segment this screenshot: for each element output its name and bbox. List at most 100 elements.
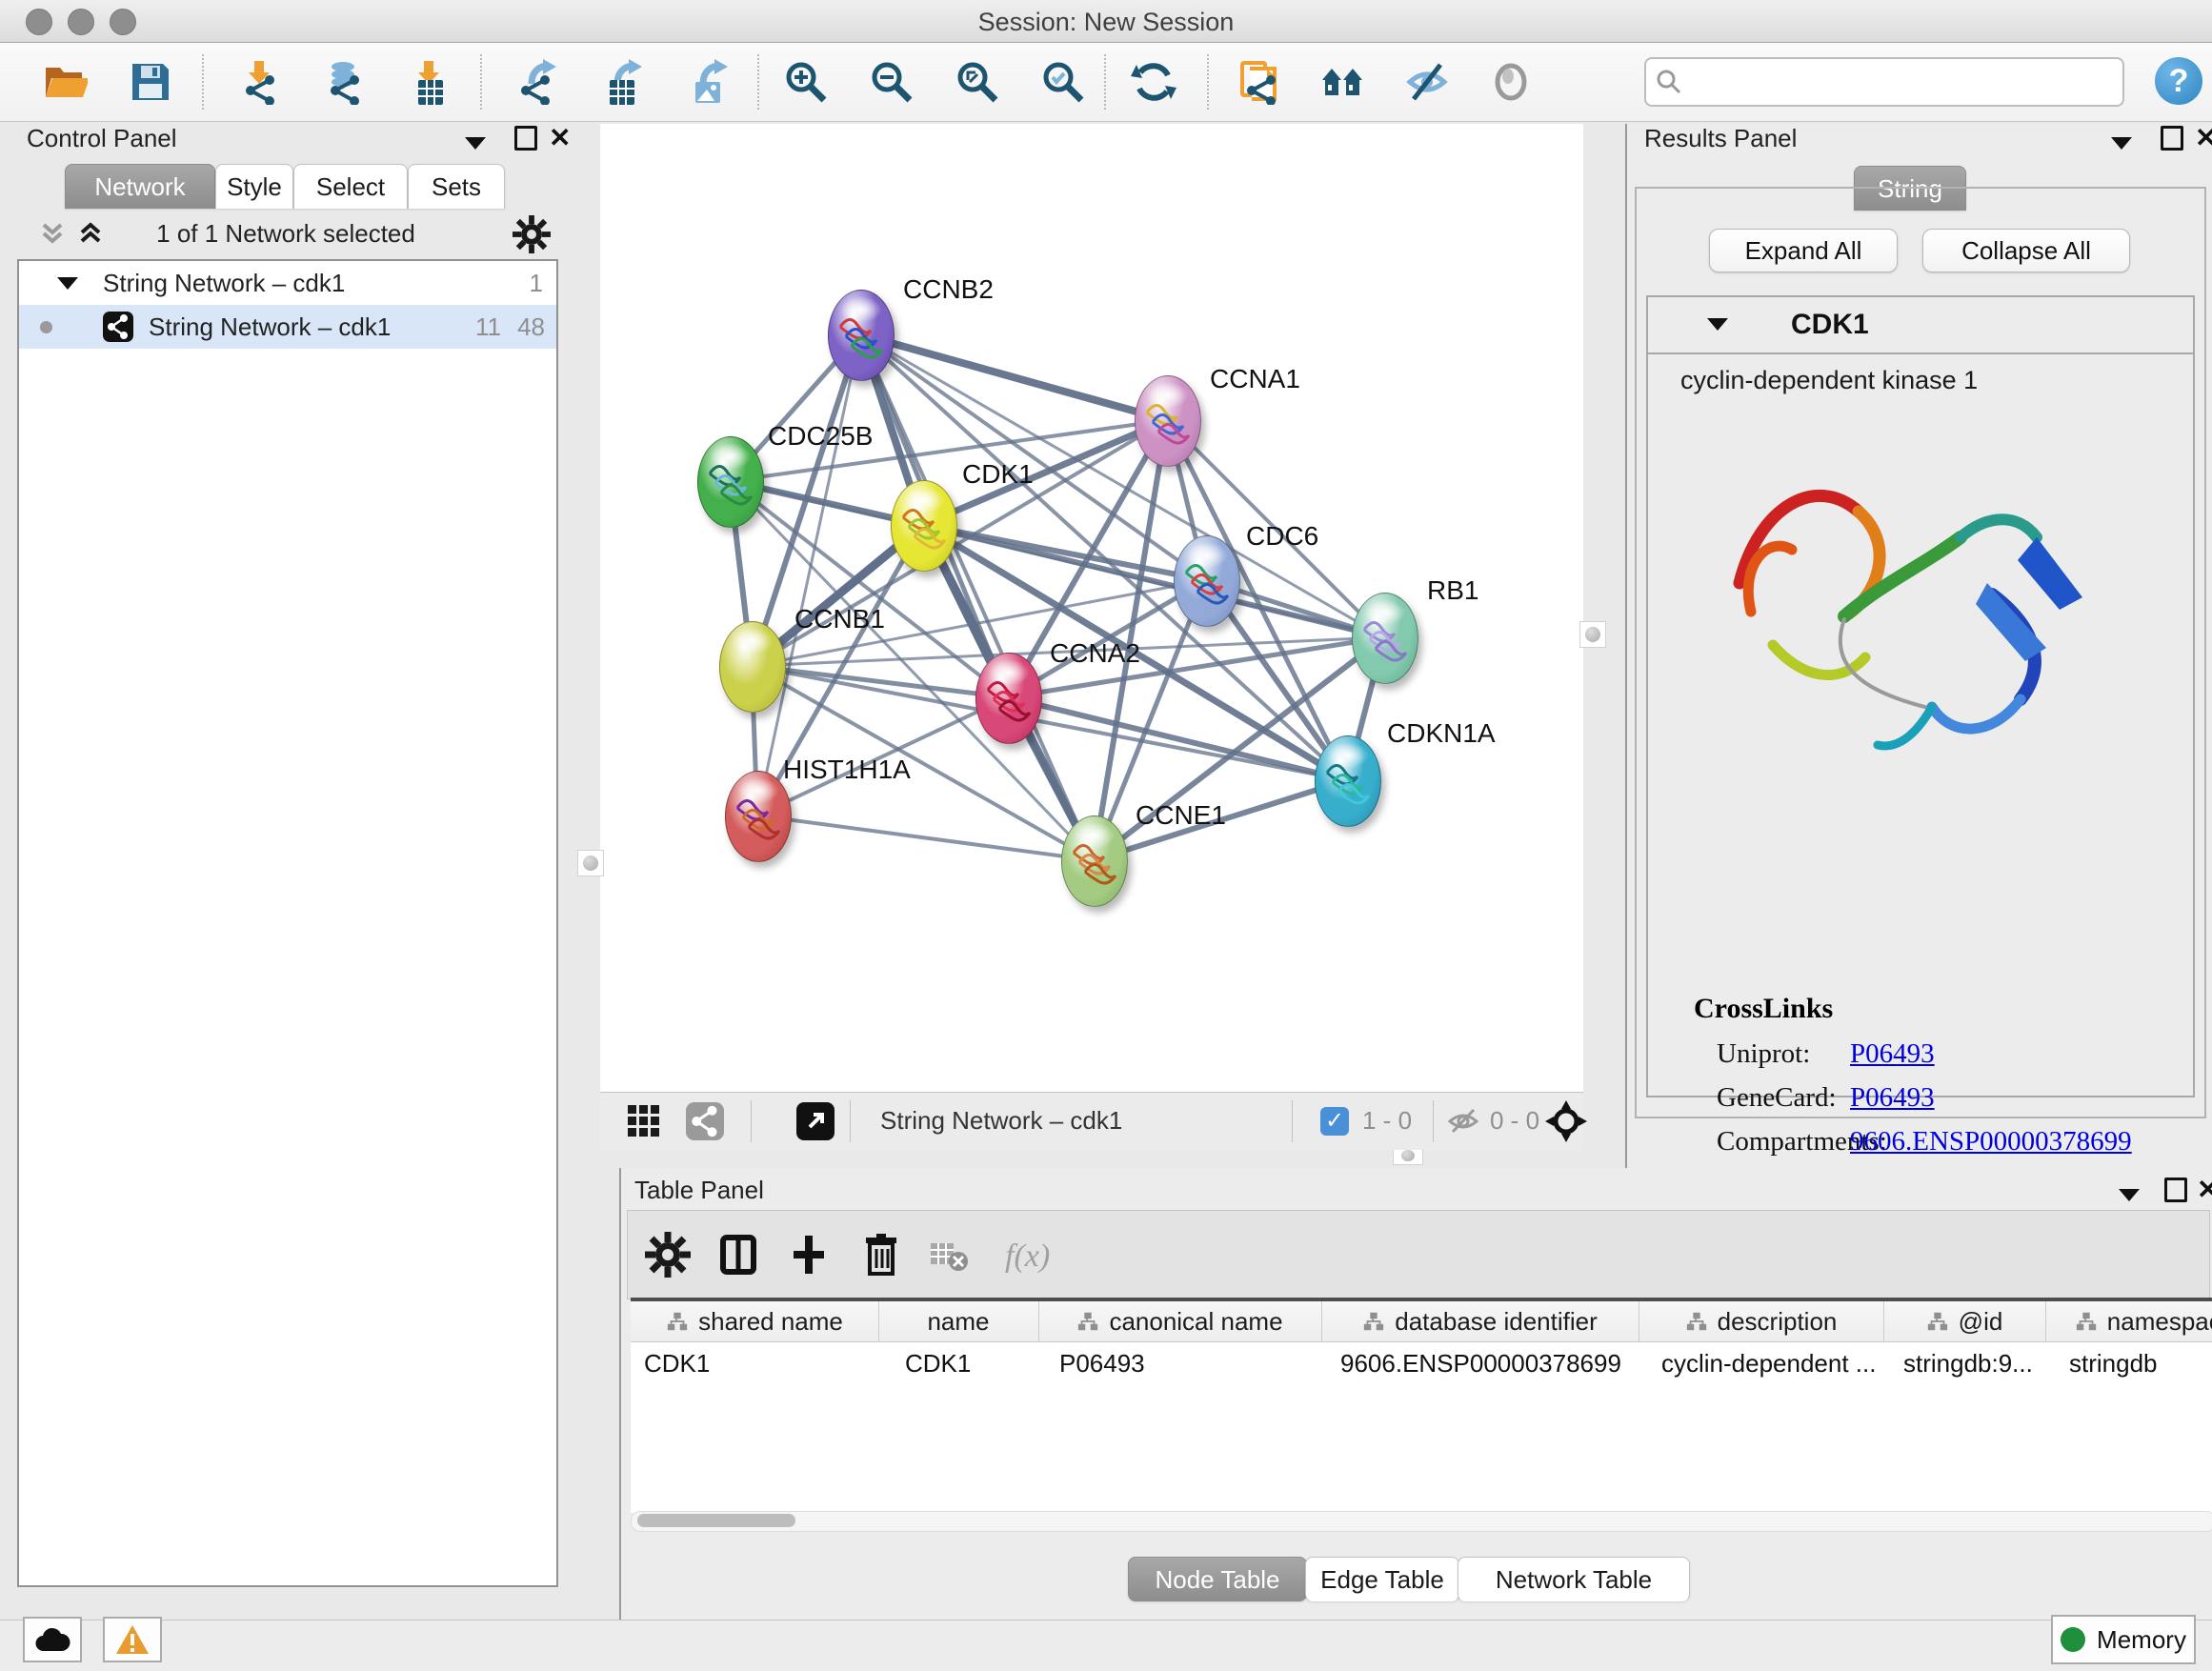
warning-status-button[interactable] <box>103 1617 162 1662</box>
network-view-toolbar: String Network – cdk1 ✓ 1 - 0 0 - 0 <box>600 1092 1583 1150</box>
open-session-icon[interactable] <box>42 59 88 105</box>
column-header-description[interactable]: description <box>1639 1301 1884 1341</box>
zoom-in-icon[interactable] <box>783 59 829 105</box>
open-in-browser-icon[interactable] <box>796 1102 835 1145</box>
refresh-icon[interactable] <box>1131 59 1176 105</box>
network-node-ccnb1[interactable] <box>719 621 786 713</box>
column-header--id[interactable]: @id <box>1883 1301 2046 1341</box>
gear-icon[interactable] <box>645 1232 691 1278</box>
hide-glasspane-icon[interactable] <box>1404 59 1450 105</box>
string-network-badge-icon[interactable] <box>686 1102 724 1145</box>
table-toolbar: f(x) <box>627 1210 2210 1299</box>
crosslinks-heading: CrossLinks <box>1694 993 2193 1025</box>
help-icon[interactable]: ? <box>2155 57 2202 105</box>
control-panel-close-icon[interactable]: ✕ <box>549 122 571 153</box>
export-table-icon[interactable] <box>596 59 642 105</box>
cell-namespace[interactable]: stringdb <box>2045 1342 2212 1384</box>
cell-name[interactable]: CDK1 <box>878 1342 1065 1384</box>
table-panel-float-icon[interactable] <box>2164 1178 2187 1209</box>
cloud-status-button[interactable] <box>23 1617 82 1662</box>
network-node-hist1h1a[interactable] <box>725 771 792 862</box>
node-label-cdkn1a: CDKN1A <box>1387 718 1496 749</box>
column-header-name[interactable]: name <box>878 1301 1039 1341</box>
zoom-fit-icon[interactable] <box>955 59 1000 105</box>
inspector-eye-icon[interactable] <box>1488 59 1534 105</box>
add-column-icon[interactable] <box>786 1232 832 1278</box>
function-builder-icon[interactable]: f(x) <box>999 1232 1072 1278</box>
control-panel-float-icon[interactable] <box>514 126 537 157</box>
control-panel-title: Control Panel <box>27 124 177 153</box>
import-table-file-icon[interactable] <box>405 59 451 105</box>
left-splitter-grip[interactable] <box>577 850 604 876</box>
birds-eye-view-icon[interactable] <box>627 1104 661 1143</box>
expand-all-button[interactable]: Expand All <box>1709 229 1898 272</box>
cdk1-section-header[interactable]: CDK1 <box>1648 297 2193 354</box>
crosslink-link[interactable]: 9606.ENSP00000378699 <box>1850 1126 2132 1158</box>
network-node-ccne1[interactable] <box>1061 815 1128 907</box>
string-app-icon <box>103 312 133 355</box>
table-row[interactable]: CDK1CDK1P064939606.ENSP00000378699cyclin… <box>631 1342 2212 1384</box>
delete-table-icon[interactable] <box>927 1232 973 1278</box>
cell-description[interactable]: cyclin-dependent ... <box>1639 1342 1906 1384</box>
tab-network-table[interactable]: Network Table <box>1458 1557 1690 1601</box>
share-session-file-icon[interactable] <box>1237 59 1282 105</box>
tab-edge-table[interactable]: Edge Table <box>1305 1557 1459 1601</box>
crosslink-link[interactable]: P06493 <box>1850 1038 1935 1070</box>
selected-count-checkbox[interactable]: ✓ <box>1320 1107 1349 1136</box>
table-panel-collapse-icon[interactable] <box>2119 1181 2140 1208</box>
tab-node-table[interactable]: Node Table <box>1128 1557 1307 1601</box>
network-node-rb1[interactable] <box>1352 593 1418 684</box>
cell-database-identifier[interactable]: 9606.ENSP00000378699 <box>1321 1342 1658 1384</box>
crosslink-link[interactable]: P06493 <box>1850 1082 1935 1114</box>
collapse-all-button[interactable]: Collapse All <box>1922 229 2130 272</box>
tab-style[interactable]: Style <box>215 164 293 209</box>
column-header-database-identifier[interactable]: database identifier <box>1321 1301 1639 1341</box>
columns-icon[interactable] <box>715 1232 761 1278</box>
memory-button[interactable]: Memory <box>2051 1615 2196 1664</box>
save-session-icon[interactable] <box>128 59 173 105</box>
network-view-canvas[interactable]: CCNB2CCNA1CDC25BCDK1CDC6RB1CCNB1CCNA2CDK… <box>600 124 1583 1092</box>
network-node-ccnb2[interactable] <box>828 290 895 381</box>
column-header-canonical-name[interactable]: canonical name <box>1038 1301 1322 1341</box>
collection-expander-icon[interactable] <box>57 277 78 290</box>
fit-content-crosshair-icon[interactable] <box>1545 1100 1587 1147</box>
network-node-ccna1[interactable] <box>1135 375 1201 467</box>
network-node-cdc6[interactable] <box>1174 535 1240 627</box>
results-panel-collapse-icon[interactable] <box>2111 130 2132 156</box>
delete-column-icon[interactable] <box>858 1232 904 1278</box>
import-network-database-icon[interactable] <box>320 59 366 105</box>
table-panel-close-icon[interactable]: ✕ <box>2197 1174 2212 1205</box>
cell-shared-name[interactable]: CDK1 <box>631 1342 892 1384</box>
cell-canonical-name[interactable]: P06493 <box>1038 1342 1342 1384</box>
network-node-ccna2[interactable] <box>975 653 1042 744</box>
table-horizontal-scrollbar[interactable] <box>631 1511 2212 1532</box>
zoom-out-icon[interactable] <box>869 59 915 105</box>
network-node-cdkn1a[interactable] <box>1315 735 1381 827</box>
export-network-icon[interactable] <box>511 59 556 105</box>
network-node-cdk1[interactable] <box>891 480 957 572</box>
network-collection-row[interactable]: String Network – cdk1 1 <box>19 261 556 305</box>
string-home-icon[interactable] <box>1320 59 1366 105</box>
search-box[interactable] <box>1644 57 2124 107</box>
network-node-cdc25b[interactable] <box>697 436 764 528</box>
zoom-selected-icon[interactable] <box>1040 59 1086 105</box>
tab-select[interactable]: Select <box>293 164 408 209</box>
network-options-gear-icon[interactable] <box>513 215 551 253</box>
right-splitter-grip[interactable] <box>1579 621 1606 648</box>
import-network-file-icon[interactable] <box>235 59 281 105</box>
cell--id[interactable]: stringdb:9... <box>1883 1342 2065 1384</box>
results-panel-close-icon[interactable]: ✕ <box>2195 122 2212 153</box>
column-header-namespace[interactable]: namespace <box>2045 1301 2212 1341</box>
tab-sets[interactable]: Sets <box>408 164 505 209</box>
results-panel-float-icon[interactable] <box>2161 126 2183 157</box>
string-results-box: Expand All Collapse All CDK1 cyclin-depe… <box>1635 187 2206 1118</box>
network-selection-status: 1 of 1 Network selected <box>17 219 554 249</box>
search-input[interactable] <box>1690 63 2113 99</box>
control-panel-collapse-icon[interactable] <box>465 130 486 156</box>
export-image-icon[interactable] <box>682 59 728 105</box>
tab-network[interactable]: Network <box>65 164 215 209</box>
scrollbar-thumb[interactable] <box>637 1514 795 1527</box>
section-expander-icon[interactable] <box>1707 318 1728 331</box>
column-header-shared-name[interactable]: shared name <box>631 1301 879 1341</box>
network-row[interactable]: String Network – cdk1 11 48 <box>19 305 556 349</box>
